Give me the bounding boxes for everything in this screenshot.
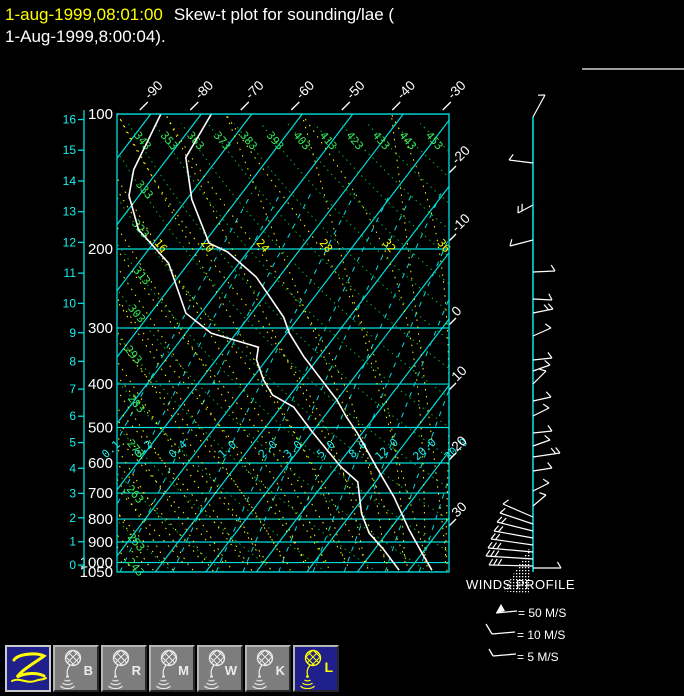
svg-text:243: 243 — [124, 556, 147, 580]
toolbar-button-l-active[interactable]: L — [293, 645, 339, 692]
svg-text:24: 24 — [253, 237, 272, 256]
svg-text:200: 200 — [88, 241, 113, 258]
svg-text:9: 9 — [69, 326, 76, 340]
skewt-chart-canvas[interactable]: 100200300400500600700800900100010500.10.… — [0, 0, 684, 696]
svg-text:300: 300 — [88, 320, 113, 337]
svg-text:7: 7 — [69, 382, 76, 396]
svg-text:12: 12 — [63, 235, 77, 249]
svg-text:12.0: 12.0 — [373, 436, 401, 463]
svg-text:323: 323 — [129, 217, 152, 241]
zebra-logo-icon — [7, 648, 49, 691]
svg-text:-70: -70 — [242, 78, 266, 102]
svg-text:283: 283 — [125, 392, 148, 416]
svg-text:3.0: 3.0 — [281, 438, 304, 461]
svg-text:6: 6 — [69, 409, 76, 423]
svg-text:0: 0 — [449, 303, 465, 319]
winds-profile-title: WINDS PROFILE — [466, 577, 575, 592]
svg-text:5: 5 — [69, 436, 76, 450]
svg-text:2: 2 — [69, 511, 76, 525]
toolbar-button-label: L — [324, 659, 333, 675]
svg-text:353: 353 — [158, 129, 181, 153]
svg-text:2.0: 2.0 — [256, 438, 279, 461]
toolbar-button-b[interactable]: B — [53, 645, 99, 692]
svg-text:500: 500 — [88, 420, 113, 437]
svg-text:383: 383 — [237, 129, 260, 153]
svg-text:400: 400 — [88, 376, 113, 393]
svg-text:28: 28 — [317, 237, 335, 256]
toolbar-button-label: K — [276, 663, 285, 678]
svg-text:30: 30 — [449, 499, 470, 520]
svg-text:15: 15 — [63, 143, 77, 157]
toolbar-button-m[interactable]: M — [149, 645, 195, 692]
svg-text:3: 3 — [69, 486, 76, 500]
svg-text:333: 333 — [133, 178, 156, 202]
svg-text:-50: -50 — [343, 78, 367, 102]
toolbar-button-label: W — [225, 663, 237, 678]
svg-text:343: 343 — [131, 129, 154, 153]
svg-text:253: 253 — [125, 531, 148, 555]
svg-text:373: 373 — [211, 129, 234, 153]
svg-text:-30: -30 — [444, 78, 468, 102]
toolbar-button-zebra-logo[interactable] — [5, 645, 51, 692]
svg-text:700: 700 — [88, 485, 113, 502]
svg-text:16: 16 — [63, 113, 77, 127]
svg-text:0: 0 — [69, 558, 76, 572]
zebra-skewt-window: { "title": { "timestamp": "1-aug-1999,08… — [0, 0, 684, 696]
svg-text:13: 13 — [63, 205, 77, 219]
svg-text:-40: -40 — [394, 78, 418, 102]
svg-text:10: 10 — [63, 296, 77, 310]
svg-text:393: 393 — [264, 129, 287, 153]
toolbar-button-label: B — [84, 663, 93, 678]
svg-text:900: 900 — [88, 534, 113, 551]
svg-text:-90: -90 — [141, 78, 165, 102]
svg-text:0.4: 0.4 — [166, 438, 190, 461]
toolbar-button-r[interactable]: R — [101, 645, 147, 692]
svg-text:16: 16 — [151, 237, 169, 256]
toolbar-button-k[interactable]: K — [245, 645, 291, 692]
svg-text:10: 10 — [449, 363, 470, 384]
toolbar-button-label: M — [178, 663, 189, 678]
svg-text:-80: -80 — [192, 78, 216, 102]
svg-text:263: 263 — [124, 483, 147, 507]
svg-text:32: 32 — [380, 237, 398, 256]
toolbar: B R M W K L — [0, 645, 684, 695]
svg-text:800: 800 — [88, 511, 113, 528]
toolbar-button-label: R — [132, 663, 141, 678]
svg-text:8: 8 — [69, 354, 76, 368]
svg-text:-20: -20 — [449, 143, 473, 167]
toolbar-button-w[interactable]: W — [197, 645, 243, 692]
svg-text:100: 100 — [88, 106, 113, 123]
svg-text:413: 413 — [317, 129, 340, 153]
svg-text:-10: -10 — [449, 211, 473, 235]
svg-text:14: 14 — [63, 174, 77, 188]
legend-10ms-label: = 10 M/S — [517, 628, 565, 642]
svg-text:-60: -60 — [293, 78, 317, 102]
svg-text:1: 1 — [69, 535, 76, 549]
legend-50ms-label: = 50 M/S — [518, 606, 566, 620]
svg-text:443: 443 — [396, 129, 419, 153]
svg-text:4: 4 — [69, 461, 76, 475]
svg-text:423: 423 — [343, 129, 366, 153]
svg-text:11: 11 — [64, 266, 77, 280]
